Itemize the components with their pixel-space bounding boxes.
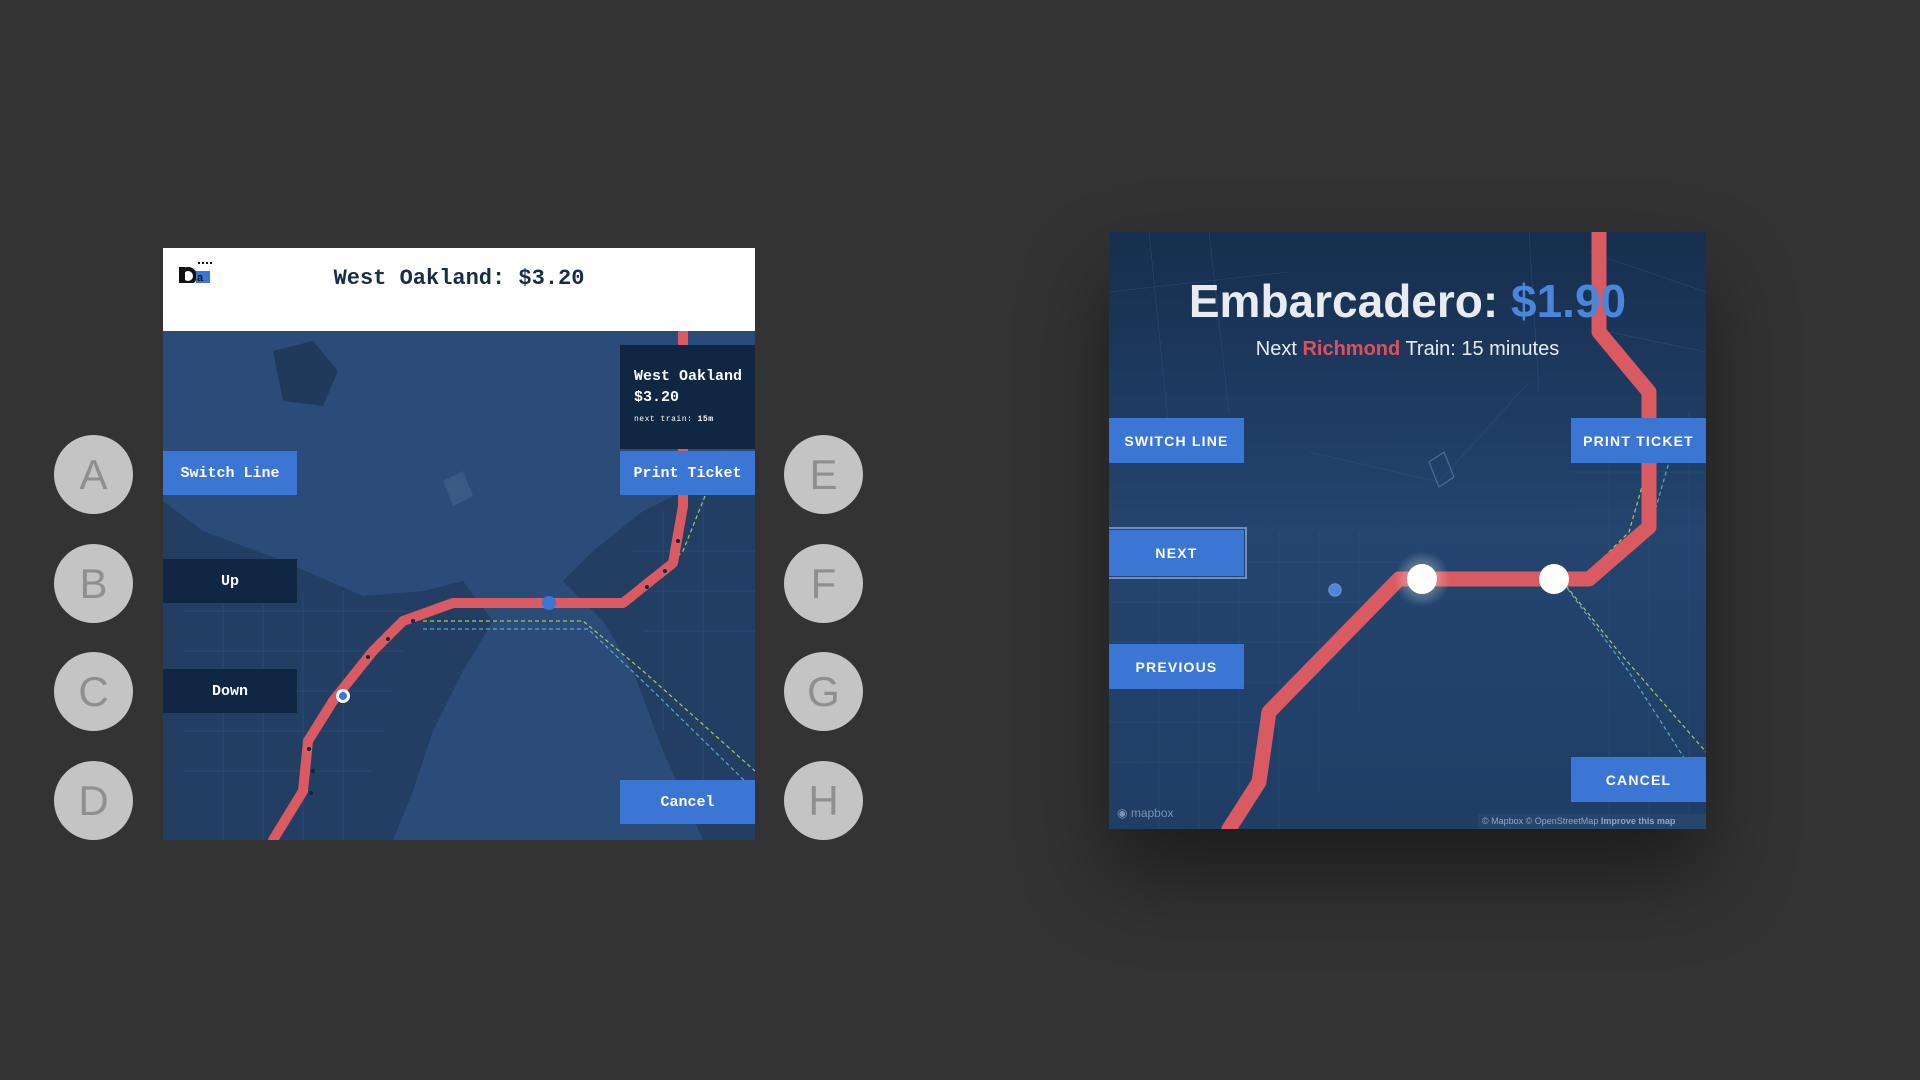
- next-train-value: 15m: [697, 415, 714, 424]
- side-button-b[interactable]: B: [54, 544, 133, 623]
- print-ticket-button[interactable]: Print Ticket: [620, 451, 755, 495]
- side-button-f[interactable]: F: [784, 544, 863, 623]
- next-train-label: next train:: [634, 415, 693, 424]
- page-title: Embarcadero: $1.90: [1109, 274, 1706, 328]
- station-info-card: West Oakland $3.20 next train: 15m: [620, 345, 755, 449]
- side-button-c[interactable]: C: [54, 652, 133, 731]
- down-button[interactable]: Down: [163, 669, 297, 713]
- mapbox-icon: ◉: [1117, 806, 1128, 820]
- cancel-button[interactable]: Cancel: [620, 780, 755, 824]
- side-button-e[interactable]: E: [784, 435, 863, 514]
- title-price: $1.90: [1511, 275, 1627, 327]
- switch-line-button[interactable]: SWITCH LINE: [1109, 418, 1244, 463]
- header-bar: a West Oakland: $3.20: [163, 248, 755, 331]
- kiosk-right-screen: Embarcadero: $1.90 Next Richmond Train: …: [1109, 232, 1706, 829]
- up-button[interactable]: Up: [163, 559, 297, 603]
- subtitle-suffix: Train: 15 minutes: [1405, 338, 1560, 360]
- info-next-train: next train: 15m: [634, 415, 714, 424]
- attribution-text: © Mapbox © OpenStreetMap: [1482, 816, 1599, 826]
- side-button-a[interactable]: A: [54, 435, 133, 514]
- cancel-button[interactable]: CANCEL: [1571, 757, 1706, 802]
- info-price: $3.20: [634, 389, 680, 406]
- subtitle-prefix: Next: [1255, 338, 1297, 360]
- print-ticket-button[interactable]: PRINT TICKET: [1571, 418, 1706, 463]
- title-station: Embarcadero:: [1188, 275, 1499, 327]
- mapbox-logo: ◉ mapbox: [1117, 806, 1174, 820]
- side-button-h[interactable]: H: [784, 761, 863, 840]
- map-attribution: © Mapbox © OpenStreetMap Improve this ma…: [1478, 814, 1706, 829]
- switch-line-button[interactable]: Switch Line: [163, 451, 297, 495]
- kiosk-left-screen: a West Oakland: $3.20 West Oakland $3.20…: [163, 248, 755, 840]
- side-button-g[interactable]: G: [784, 652, 863, 731]
- mapbox-label: mapbox: [1130, 806, 1174, 820]
- next-train-subtitle: Next Richmond Train: 15 minutes: [1109, 338, 1706, 361]
- next-button[interactable]: NEXT: [1109, 527, 1247, 579]
- side-button-d[interactable]: D: [54, 761, 133, 840]
- subtitle-line-name: Richmond: [1302, 338, 1401, 360]
- page-title: West Oakland: $3.20: [333, 266, 585, 291]
- previous-button[interactable]: PREVIOUS: [1109, 644, 1244, 689]
- improve-map-link[interactable]: Improve this map: [1601, 816, 1676, 826]
- info-station-name: West Oakland: [634, 368, 743, 385]
